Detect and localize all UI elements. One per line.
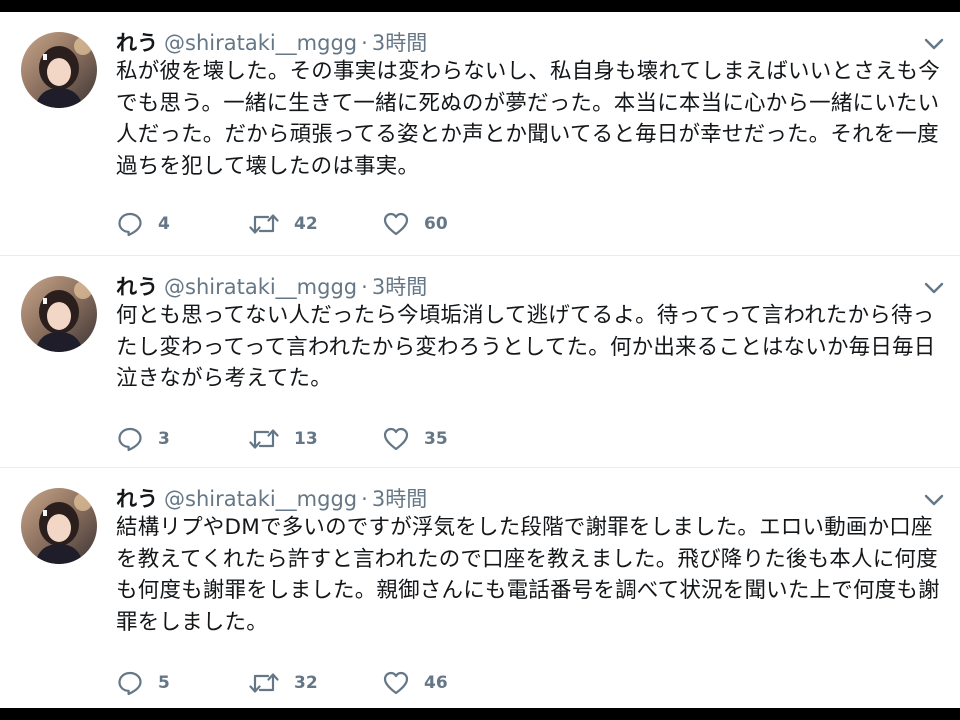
speech-bubble-icon bbox=[116, 210, 144, 238]
retweet-arrows-icon bbox=[248, 425, 280, 453]
separator-dot: · bbox=[361, 487, 368, 511]
retweet-arrows-icon bbox=[248, 669, 280, 697]
tweet[interactable]: れう @shirataki__mggg · 3時間 結構リプやDMで多いのですが浮気を… bbox=[0, 468, 960, 708]
retweet-button[interactable]: 42 bbox=[248, 207, 318, 241]
avatar[interactable] bbox=[21, 32, 97, 108]
retweet-count: 42 bbox=[294, 214, 318, 234]
timestamp[interactable]: 3時間 bbox=[372, 487, 427, 511]
tweet-actions: 4 42 60 bbox=[116, 207, 536, 241]
tweet-text: 私が彼を壊した。その事実は変わらないし、私自身も壊れてしまえばいいとさえも今でも… bbox=[116, 59, 940, 179]
avatar[interactable] bbox=[21, 488, 97, 564]
reply-count: 5 bbox=[158, 673, 170, 693]
retweet-count: 13 bbox=[294, 429, 318, 449]
like-count: 60 bbox=[424, 214, 448, 234]
chevron-down-icon[interactable] bbox=[922, 276, 946, 300]
heart-icon bbox=[382, 210, 410, 238]
heart-icon bbox=[382, 669, 410, 697]
like-count: 46 bbox=[424, 673, 448, 693]
tweet-header: れう @shirataki__mggg · 3時間 bbox=[116, 28, 427, 58]
retweet-button[interactable]: 32 bbox=[248, 666, 318, 700]
reply-count: 3 bbox=[158, 429, 170, 449]
chevron-down-icon[interactable] bbox=[922, 32, 946, 56]
tweet-header: れう @shirataki__mggg · 3時間 bbox=[116, 272, 427, 302]
timestamp[interactable]: 3時間 bbox=[372, 275, 427, 299]
display-name[interactable]: れう bbox=[116, 275, 158, 299]
separator-dot: · bbox=[361, 275, 368, 299]
separator-dot: · bbox=[361, 31, 368, 55]
like-button[interactable]: 35 bbox=[382, 422, 448, 456]
display-name[interactable]: れう bbox=[116, 31, 158, 55]
tweet[interactable]: れう @shirataki__mggg · 3時間 私が彼を壊した。その事実は変わらな… bbox=[0, 12, 960, 256]
retweet-count: 32 bbox=[294, 673, 318, 693]
like-count: 35 bbox=[424, 429, 448, 449]
reply-button[interactable]: 4 bbox=[116, 207, 170, 241]
speech-bubble-icon bbox=[116, 425, 144, 453]
tweet-actions: 5 32 46 bbox=[116, 666, 536, 700]
speech-bubble-icon bbox=[116, 669, 144, 697]
heart-icon bbox=[382, 425, 410, 453]
chevron-down-icon[interactable] bbox=[922, 488, 946, 512]
timestamp[interactable]: 3時間 bbox=[372, 31, 427, 55]
retweet-button[interactable]: 13 bbox=[248, 422, 318, 456]
tweet-actions: 3 13 35 bbox=[116, 422, 536, 456]
retweet-arrows-icon bbox=[248, 210, 280, 238]
user-handle[interactable]: @shirataki__mggg bbox=[164, 31, 357, 55]
tweet-header: れう @shirataki__mggg · 3時間 bbox=[116, 484, 427, 514]
reply-count: 4 bbox=[158, 214, 170, 234]
reply-button[interactable]: 5 bbox=[116, 666, 170, 700]
display-name[interactable]: れう bbox=[116, 487, 158, 511]
tweet-text: 何とも思ってない人だったら今頃垢消して逃げてるよ。待ってって言われたから待ったし… bbox=[116, 303, 936, 391]
user-handle[interactable]: @shirataki__mggg bbox=[164, 487, 357, 511]
tweet-text: 結構リプやDMで多いのですが浮気をした段階で謝罪をしました。エロい動画か口座を教… bbox=[116, 515, 940, 635]
user-handle[interactable]: @shirataki__mggg bbox=[164, 275, 357, 299]
reply-button[interactable]: 3 bbox=[116, 422, 170, 456]
like-button[interactable]: 60 bbox=[382, 207, 448, 241]
timeline: れう @shirataki__mggg · 3時間 私が彼を壊した。その事実は変わらな… bbox=[0, 12, 960, 708]
tweet[interactable]: れう @shirataki__mggg · 3時間 何とも思ってない人だったら今頃垢消… bbox=[0, 256, 960, 468]
like-button[interactable]: 46 bbox=[382, 666, 448, 700]
avatar[interactable] bbox=[21, 276, 97, 352]
